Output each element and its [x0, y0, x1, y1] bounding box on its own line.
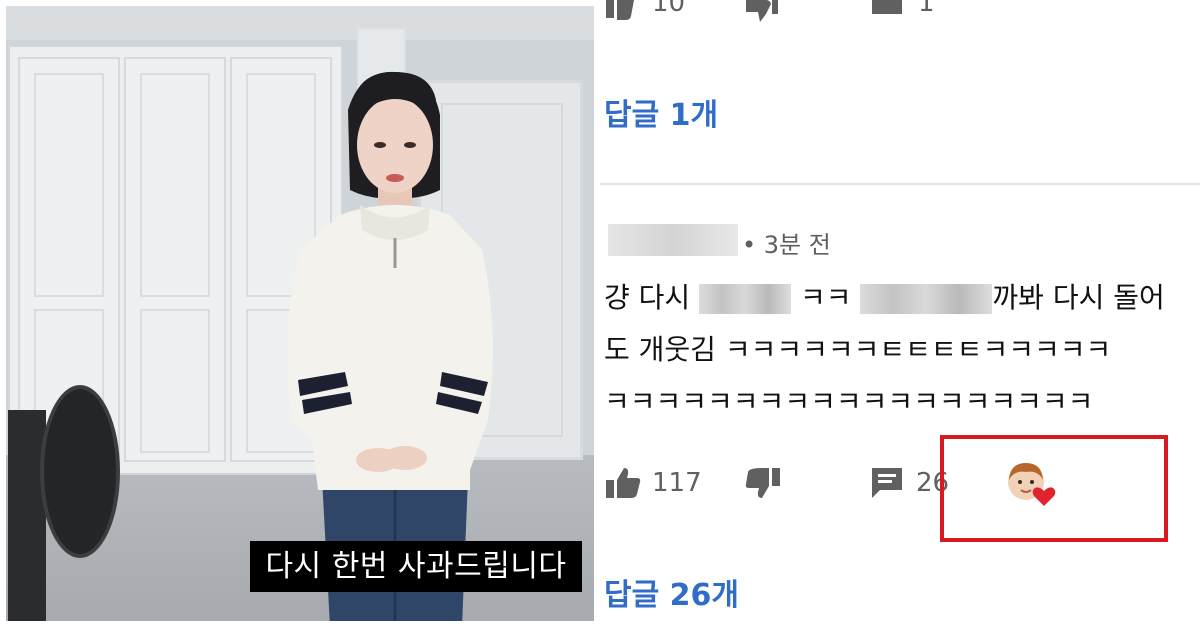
comment-text-line: 도 개웃김 ㅋㅋㅋㅋㅋㅋㅌㅌㅌㅌㅋㅋㅋㅋㅋ [604, 333, 1112, 366]
video-frame[interactable]: 다시 한번 사과드립니다 [0, 0, 600, 627]
like-count: 10 [652, 0, 686, 18]
blurred-text [699, 284, 792, 314]
reply-icon[interactable] [870, 0, 906, 22]
thumbs-down-icon[interactable] [744, 466, 782, 500]
comment-text-line: ㅋㅋㅋㅋㅋㅋㅋㅋㅋㅋㅋㅋㅋㅋㅋㅋㅋㅋㅋ [604, 385, 1094, 418]
video-subtitle: 다시 한번 사과드립니다 [250, 541, 582, 592]
comment-text-segment: 까봐 다시 돌어 [992, 281, 1165, 314]
like-count: 117 [652, 468, 702, 498]
comment-text-segment: 걍 다시 [604, 281, 700, 314]
comment-text-line: 걍 다시 ㅋㅋ 까봐 다시 돌어 [604, 276, 1165, 316]
comment-divider [600, 183, 1200, 185]
thumbs-up-icon[interactable] [604, 466, 642, 500]
comment-text-segment: ㅋㅋ [791, 281, 861, 314]
thumbs-up-icon[interactable] [604, 0, 640, 22]
blurred-author-name [608, 224, 738, 256]
reply-icon[interactable] [870, 466, 906, 500]
comment-timestamp: • 3분 전 [742, 231, 831, 259]
thumbs-down-icon[interactable] [744, 0, 780, 22]
highlight-box [940, 435, 1168, 542]
view-replies-link[interactable]: 답글 1개 [604, 90, 718, 134]
streamer-figure [287, 71, 493, 627]
view-replies-link[interactable]: 답글 26개 [604, 570, 739, 614]
blurred-text [860, 284, 993, 314]
reply-count: 1 [918, 0, 935, 18]
